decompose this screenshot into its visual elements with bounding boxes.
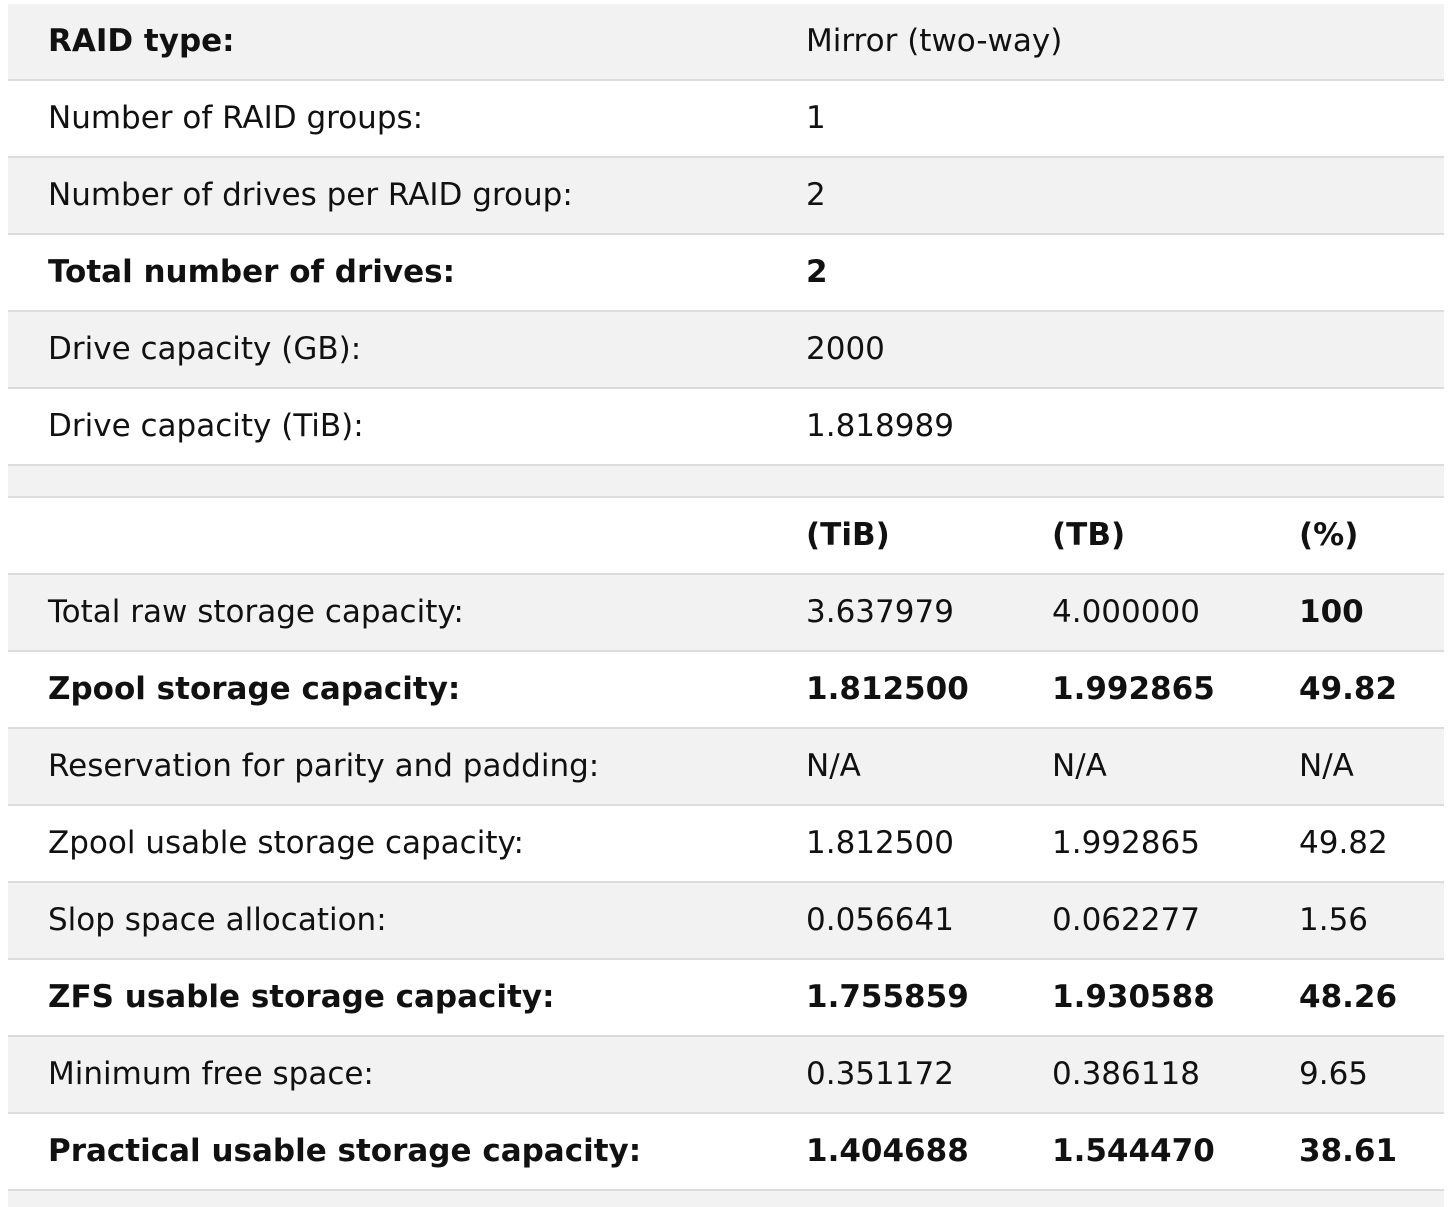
row-label: ZFS usable storage capacity:: [48, 979, 555, 1015]
drive-capacity-gb-label: Drive capacity (GB):: [48, 331, 362, 367]
row-tb-value: 1.992865: [1052, 825, 1200, 861]
row-label: Slop space allocation:: [48, 902, 387, 938]
raid-groups-row: Number of RAID groups: 1: [8, 81, 1444, 158]
row-label: Total raw storage capacity:: [48, 594, 464, 630]
total-drives-label: Total number of drives:: [48, 254, 455, 290]
row-pct-value: 9.65: [1299, 1056, 1369, 1092]
zpool-usable-capacity-row: Zpool usable storage capacity: 1.812500 …: [8, 806, 1444, 883]
minimum-free-space-row: Minimum free space: 0.351172 0.386118 9.…: [8, 1037, 1444, 1114]
drives-per-group-value: 2: [806, 177, 826, 213]
total-raw-capacity-row: Total raw storage capacity: 3.637979 4.0…: [8, 575, 1444, 652]
column-header-tib: (TiB): [806, 517, 890, 553]
row-tb-value: 1.544470: [1052, 1133, 1215, 1169]
raid-type-row: RAID type: Mirror (two-way): [8, 4, 1444, 81]
row-label: Reservation for parity and padding:: [48, 748, 600, 784]
column-header-tb: (TB): [1052, 517, 1126, 553]
drive-capacity-tib-label: Drive capacity (TiB):: [48, 408, 364, 444]
row-pct-value: 49.82: [1299, 825, 1388, 861]
row-tb-value: 4.000000: [1052, 594, 1200, 630]
row-tib-value: 1.755859: [806, 979, 969, 1015]
drive-capacity-gb-value: 2000: [806, 331, 885, 367]
practical-usable-capacity-row: Practical usable storage capacity: 1.404…: [8, 1114, 1444, 1191]
raid-groups-label: Number of RAID groups:: [48, 100, 424, 136]
zfs-usable-capacity-row: ZFS usable storage capacity: 1.755859 1.…: [8, 960, 1444, 1037]
row-tib-value: N/A: [806, 748, 861, 784]
capacity-header-row: (TiB) (TB) (%): [8, 498, 1444, 575]
table-bottom-edge: [8, 1191, 1444, 1207]
raid-type-value: Mirror (two-way): [806, 23, 1063, 59]
total-drives-value: 2: [806, 254, 828, 290]
row-tib-value: 3.637979: [806, 594, 954, 630]
row-pct-value: N/A: [1299, 748, 1354, 784]
raid-capacity-table: RAID type: Mirror (two-way) Number of RA…: [8, 4, 1444, 1207]
row-tb-value: 1.992865: [1052, 671, 1215, 707]
row-label: Zpool usable storage capacity:: [48, 825, 525, 861]
row-tib-value: 0.056641: [806, 902, 954, 938]
row-tib-value: 1.404688: [806, 1133, 969, 1169]
row-tib-value: 1.812500: [806, 671, 969, 707]
row-tib-value: 1.812500: [806, 825, 954, 861]
zpool-storage-capacity-row: Zpool storage capacity: 1.812500 1.99286…: [8, 652, 1444, 729]
row-tb-value: 1.930588: [1052, 979, 1215, 1015]
section-divider: [8, 466, 1444, 498]
drive-capacity-tib-value: 1.818989: [806, 408, 954, 444]
row-tib-value: 0.351172: [806, 1056, 954, 1092]
slop-space-row: Slop space allocation: 0.056641 0.062277…: [8, 883, 1444, 960]
row-pct-value: 38.61: [1299, 1133, 1398, 1169]
parity-reservation-row: Reservation for parity and padding: N/A …: [8, 729, 1444, 806]
drives-per-group-row: Number of drives per RAID group: 2: [8, 158, 1444, 235]
row-tb-value: 0.062277: [1052, 902, 1200, 938]
row-pct-value: 1.56: [1299, 902, 1369, 938]
row-pct-value: 49.82: [1299, 671, 1398, 707]
row-pct-value: 100: [1299, 594, 1364, 630]
drives-per-group-label: Number of drives per RAID group:: [48, 177, 573, 213]
row-label: Minimum free space:: [48, 1056, 374, 1092]
raid-type-label: RAID type:: [48, 23, 235, 59]
raid-groups-value: 1: [806, 100, 826, 136]
row-label: Zpool storage capacity:: [48, 671, 461, 707]
row-tb-value: N/A: [1052, 748, 1107, 784]
drive-capacity-tib-row: Drive capacity (TiB): 1.818989: [8, 389, 1444, 466]
row-tb-value: 0.386118: [1052, 1056, 1200, 1092]
column-header-pct: (%): [1299, 517, 1359, 553]
row-pct-value: 48.26: [1299, 979, 1398, 1015]
drive-capacity-gb-row: Drive capacity (GB): 2000: [8, 312, 1444, 389]
row-label: Practical usable storage capacity:: [48, 1133, 642, 1169]
total-drives-row: Total number of drives: 2: [8, 235, 1444, 312]
